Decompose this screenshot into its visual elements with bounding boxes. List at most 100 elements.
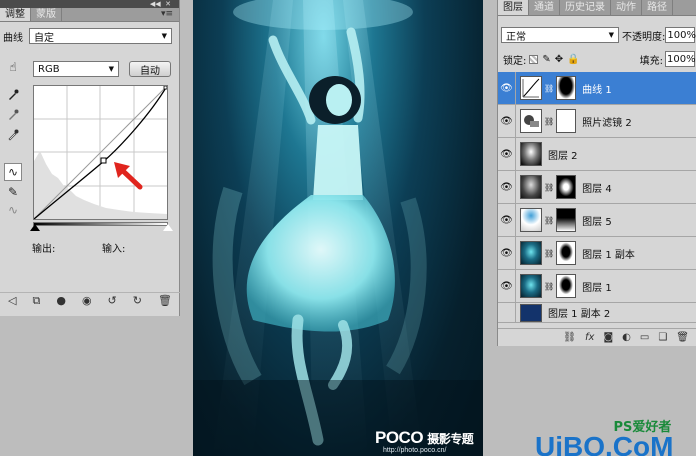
layer-name[interactable]: 图层 1 [582, 279, 612, 294]
tab-actions[interactable]: 动作 [611, 0, 642, 15]
layer-row-layer-2[interactable]: 👁 图层 2 [498, 137, 696, 171]
blend-row: 正常 ▼ 不透明度: 100% [501, 27, 696, 43]
layer-mask-thumb[interactable] [556, 274, 577, 298]
curve-point [100, 157, 107, 164]
visibility-eye-icon[interactable]: 👁 [498, 71, 516, 105]
clip-layer-icon[interactable]: ● [56, 294, 66, 307]
new-group-icon[interactable]: ▭ [640, 332, 649, 343]
white-point-slider[interactable] [163, 224, 173, 231]
tab-history[interactable]: 历史记录 [560, 0, 611, 15]
blend-mode-select[interactable]: 正常 ▼ [501, 27, 619, 43]
layer-row-photo-filter-2[interactable]: 👁 ⛓ 照片滤镜 2 [498, 104, 696, 138]
poco-brand: POCO [375, 428, 424, 447]
smooth-icon[interactable]: ∿ [4, 201, 22, 219]
new-adjustment-icon[interactable]: ◐ [622, 332, 631, 343]
collapse-icon[interactable]: ◀◀ [150, 0, 161, 8]
visibility-eye-icon[interactable]: 👁 [498, 104, 516, 138]
input-label: 输入: [102, 244, 126, 255]
visibility-eye-icon[interactable]: 👁 [498, 269, 516, 303]
layer-name[interactable]: 图层 5 [582, 213, 612, 228]
lock-pixels-icon[interactable]: ✎ [542, 54, 550, 65]
add-mask-icon[interactable]: ◙ [603, 332, 613, 343]
visibility-eye-icon[interactable]: 👁 [498, 236, 516, 270]
channel-select[interactable]: RGB ▼ [33, 61, 119, 77]
layer-row-layer-1-copy-2[interactable]: 图层 1 副本 2 [498, 302, 696, 323]
layer-name[interactable]: 曲线 1 [582, 81, 612, 96]
chain-link-icon[interactable]: ⛓ [544, 282, 554, 291]
fill-input[interactable]: 100% [664, 51, 696, 67]
blend-mode-value: 正常 [506, 31, 526, 43]
visibility-eye-icon[interactable] [498, 302, 516, 323]
chain-link-icon[interactable]: ⛓ [544, 249, 554, 258]
layer-thumb [520, 241, 542, 265]
tab-layers[interactable]: 图层 [498, 0, 529, 15]
visibility-eye-icon[interactable]: 👁 [498, 137, 516, 171]
layer-row-curves-1[interactable]: 👁 ⛓ 曲线 1 [498, 71, 696, 105]
hand-adjust-icon[interactable]: ☝ [4, 58, 22, 76]
layer-name[interactable]: 照片滤镜 2 [582, 114, 632, 129]
chain-link-icon[interactable]: ⛓ [544, 216, 554, 225]
new-layer-icon[interactable]: ❑ [658, 332, 667, 343]
panel-menu-icon[interactable]: ▾≡ [161, 9, 173, 19]
layer-row-layer-1-copy[interactable]: 👁 ⛓ 图层 1 副本 [498, 236, 696, 270]
opacity-label: 不透明度: [622, 31, 666, 43]
tab-masks[interactable]: 蒙版 [31, 8, 62, 21]
preset-select[interactable]: 自定 ▼ [29, 28, 172, 44]
adjustments-bottom-bar: ◁ ⧉ ● ◉ ↺ ↻ 🗑 [0, 292, 180, 308]
close-icon[interactable]: ✕ [165, 0, 171, 8]
chevron-down-icon: ▼ [108, 65, 114, 73]
trash-icon[interactable]: 🗑 [158, 294, 172, 307]
visibility-eye-icon[interactable]: 👁 [498, 170, 516, 204]
fill-label: 填充: [639, 55, 663, 67]
underwater-scene [193, 0, 483, 456]
opacity-input[interactable]: 100% [665, 27, 696, 43]
layer-name[interactable]: 图层 2 [548, 147, 578, 162]
layer-row-layer-5[interactable]: 👁 ⛓ 图层 5 [498, 203, 696, 237]
canvas-photo: POCO 摄影专题 http://photo.poco.cn/ [193, 0, 483, 456]
tab-paths[interactable]: 路径 [642, 0, 673, 15]
back-arrow-icon[interactable]: ◁ [8, 294, 16, 307]
layer-style-icon[interactable]: fx [585, 332, 594, 343]
gray-eyedropper-icon[interactable] [4, 106, 22, 124]
layer-mask-thumb[interactable] [556, 241, 577, 265]
reset-icon[interactable]: ↻ [133, 294, 142, 307]
visibility-eye-icon[interactable]: 👁 [498, 203, 516, 237]
layer-mask-thumb[interactable] [556, 208, 577, 232]
curve-graph[interactable] [33, 85, 168, 220]
black-point-slider[interactable] [30, 224, 40, 231]
layer-name[interactable]: 图层 4 [582, 180, 612, 195]
lock-all-icon[interactable]: 🔒 [567, 54, 579, 65]
chain-link-icon[interactable]: ⛓ [544, 84, 554, 93]
tab-channels[interactable]: 通道 [529, 0, 560, 15]
red-arrow-icon [114, 162, 143, 190]
layer-row-layer-4[interactable]: 👁 ⛓ 图层 4 [498, 170, 696, 204]
white-eyedropper-icon[interactable] [4, 126, 22, 144]
auto-button[interactable]: 自动 [129, 61, 171, 77]
tab-adjustments[interactable]: 调整 [0, 8, 31, 21]
chevron-down-icon: ▼ [161, 32, 167, 40]
output-label: 输出: [32, 244, 56, 255]
poco-caption: 摄影专题 [427, 432, 474, 446]
previous-state-icon[interactable]: ↺ [108, 294, 117, 307]
adjustments-tabbar: 调整 蒙版 ▾≡ [0, 8, 179, 22]
black-eyedropper-icon[interactable] [4, 86, 22, 104]
layer-mask-thumb[interactable] [556, 109, 577, 133]
layer-mask-thumb[interactable] [556, 76, 577, 100]
chain-link-icon[interactable]: ⛓ [544, 117, 554, 126]
expand-view-icon[interactable]: ⧉ [32, 294, 40, 308]
layer-row-layer-1[interactable]: 👁 ⛓ 图层 1 [498, 269, 696, 303]
lock-position-icon[interactable]: ✥ [555, 54, 563, 65]
curve-endpoint-top [163, 86, 167, 90]
photo-filter-adjustment-icon [520, 109, 542, 133]
delete-layer-icon[interactable]: 🗑 [676, 332, 689, 343]
layer-name[interactable]: 图层 1 副本 [582, 246, 635, 261]
pencil-icon[interactable]: ✎ [4, 183, 22, 201]
layer-mask-thumb[interactable] [556, 175, 577, 199]
layer-name[interactable]: 图层 1 副本 2 [548, 305, 610, 320]
lock-transparency-icon[interactable] [529, 54, 539, 64]
channel-value: RGB [38, 63, 60, 75]
visibility-eye-icon[interactable]: ◉ [82, 294, 92, 307]
link-layers-icon[interactable]: ⛓ [563, 332, 576, 343]
chain-link-icon[interactable]: ⛓ [544, 183, 554, 192]
curve-edit-icon[interactable]: ∿ [4, 163, 22, 181]
